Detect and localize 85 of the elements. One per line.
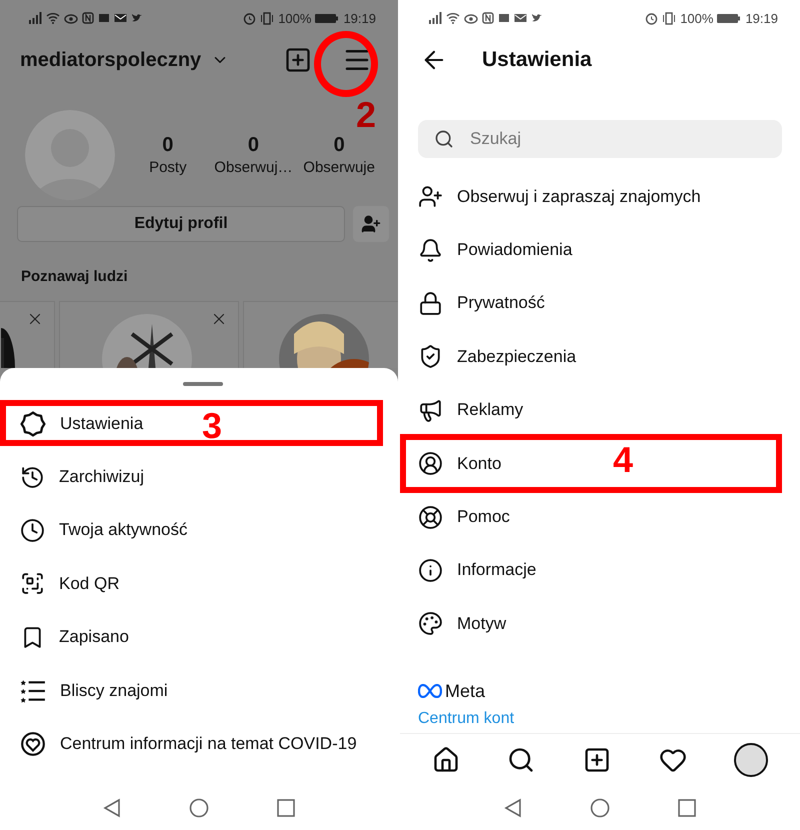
- shield-check-icon: [418, 344, 443, 370]
- profile-tab[interactable]: [734, 742, 768, 776]
- section-title: Poznawaj ludzi: [20, 267, 129, 287]
- edit-profile-button[interactable]: Edytuj profil: [17, 206, 345, 242]
- search-field[interactable]: Szukaj: [418, 120, 782, 158]
- search-tab[interactable]: [507, 746, 536, 774]
- nfc-icon: [82, 12, 94, 24]
- vibrate-icon: [662, 12, 676, 24]
- gear-icon: [20, 410, 46, 437]
- mail-icon: [114, 12, 127, 24]
- add-person-icon: [361, 214, 381, 234]
- history-icon: [20, 464, 45, 490]
- settings-item[interactable]: Obserwuj i zapraszaj znajomych: [400, 170, 800, 224]
- menu-item[interactable]: Zapisano: [0, 610, 398, 664]
- lock-icon: [418, 290, 443, 316]
- wifi-icon: [446, 12, 460, 24]
- settings-item[interactable]: Zabezpieczenia: [400, 330, 800, 384]
- nfc-icon: [482, 12, 494, 24]
- home-tab[interactable]: [432, 746, 460, 774]
- bell-icon: [418, 238, 443, 263]
- lifebuoy-icon: [418, 504, 443, 530]
- stat-label: Obserwuje: [303, 159, 375, 176]
- battery-icon: [315, 12, 340, 24]
- signal-icon: [28, 12, 42, 24]
- user-circle-icon: [418, 451, 443, 476]
- heart-circle-icon: [20, 731, 46, 758]
- recents-nav-icon[interactable]: [678, 798, 696, 816]
- settings-item[interactable]: Konto 4: [400, 436, 800, 490]
- add-tab[interactable]: [582, 746, 611, 774]
- home-nav-icon[interactable]: [189, 798, 209, 818]
- info-icon: [418, 558, 443, 583]
- bird-icon: [531, 12, 543, 24]
- username: mediatorspoleczny: [20, 48, 202, 72]
- highlight-circle: [314, 31, 378, 97]
- star-list-icon: [20, 678, 46, 704]
- menu-item[interactable]: Zarchiwizuj: [0, 450, 398, 504]
- battery-icon: [717, 12, 742, 24]
- stat-label: Obserwuj…: [214, 159, 293, 176]
- step-number: 3: [202, 408, 222, 444]
- brand-name: Meta: [445, 680, 486, 702]
- bird-icon: [131, 12, 143, 24]
- settings-item[interactable]: Reklamy: [400, 384, 800, 437]
- palette-icon: [418, 611, 443, 636]
- search-icon: [434, 129, 454, 149]
- battery-percent: 100%: [278, 10, 312, 26]
- stat-value: 0: [162, 134, 174, 157]
- drag-handle: [183, 382, 223, 386]
- settings-item[interactable]: Prywatność: [400, 276, 800, 330]
- alarm-icon: [243, 12, 256, 24]
- battery-percent: 100%: [680, 10, 714, 26]
- status-time: 19:19: [745, 10, 778, 26]
- add-person-icon: [418, 184, 443, 210]
- menu-item[interactable]: Centrum informacji na temat COVID-19: [0, 717, 398, 771]
- qr-code-icon: [20, 571, 45, 596]
- back-nav-icon[interactable]: [103, 798, 121, 818]
- home-nav-icon[interactable]: [590, 798, 610, 818]
- step-number: 4: [613, 442, 634, 478]
- menu-item[interactable]: Kod QR: [0, 557, 398, 611]
- settings-item[interactable]: Pomoc: [400, 490, 800, 544]
- wifi-icon: [46, 12, 60, 24]
- infinity-logo-icon: [418, 684, 442, 698]
- mail-icon: [514, 12, 527, 24]
- alarm-icon: [645, 12, 658, 24]
- clock-icon: [20, 518, 45, 543]
- signal-icon: [428, 12, 442, 24]
- settings-item[interactable]: Informacje: [400, 544, 800, 598]
- eye-icon: [64, 12, 78, 24]
- settings-item[interactable]: Motyw: [400, 597, 800, 651]
- step-number: 2: [356, 97, 376, 133]
- status-time: 19:19: [343, 10, 376, 26]
- stat-value: 0: [334, 134, 345, 157]
- eye-icon: [464, 12, 478, 24]
- page-title: Ustawienia: [482, 48, 592, 72]
- add-post-button[interactable]: [284, 46, 312, 74]
- back-nav-icon[interactable]: [504, 798, 522, 818]
- recents-nav-icon[interactable]: [277, 798, 295, 816]
- settings-item[interactable]: Powiadomienia: [400, 223, 800, 277]
- stat-label: Posty: [149, 159, 187, 176]
- menu-item[interactable]: Ustawienia 3: [0, 397, 398, 450]
- stat-value: 0: [248, 134, 260, 157]
- menu-item[interactable]: Twoja aktywność: [0, 504, 398, 558]
- add-person-button[interactable]: [353, 206, 389, 242]
- megaphone-icon: [418, 398, 443, 423]
- menu-item[interactable]: Bliscy znajomi: [0, 664, 398, 718]
- vibrate-icon: [260, 12, 274, 24]
